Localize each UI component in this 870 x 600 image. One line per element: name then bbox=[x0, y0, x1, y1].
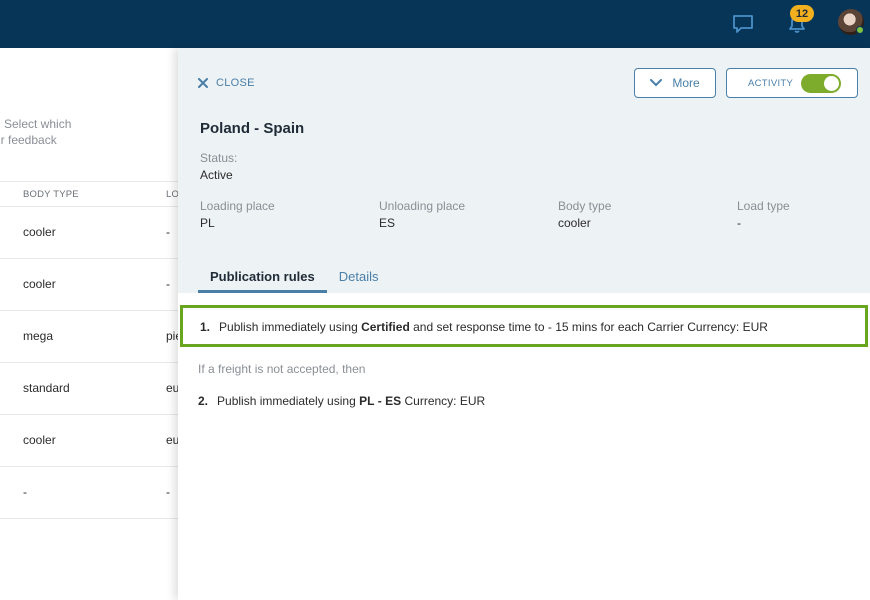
publication-rule-2: 2. Publish immediately using PL - ES Curr… bbox=[198, 394, 485, 408]
loading-place-label: Loading place bbox=[200, 199, 275, 213]
notification-count-badge: 12 bbox=[790, 5, 814, 22]
table-row[interactable]: cooler - bbox=[0, 259, 178, 311]
top-bar: 12 bbox=[0, 0, 870, 48]
more-button[interactable]: More bbox=[634, 68, 716, 98]
table-cell: - bbox=[23, 485, 27, 499]
chat-icon bbox=[733, 15, 753, 33]
table-header: BODY TYPE LO bbox=[0, 181, 179, 207]
rule-text: Publish immediately using bbox=[219, 320, 358, 334]
close-button[interactable]: CLOSE bbox=[198, 77, 255, 89]
details-panel: CLOSE More ACTIVITY Poland - Spain Statu… bbox=[178, 48, 870, 600]
table-cell: cooler bbox=[23, 225, 56, 239]
panel-header: CLOSE More ACTIVITY Poland - Spain Statu… bbox=[178, 48, 870, 293]
loading-place-value: PL bbox=[200, 216, 215, 230]
rule-to-country: ES bbox=[385, 394, 402, 408]
table-row[interactable]: standard eu bbox=[0, 363, 179, 415]
body-type-value: cooler bbox=[558, 216, 591, 230]
table-row[interactable]: cooler eu bbox=[0, 415, 179, 467]
table-cell: standard bbox=[23, 381, 70, 395]
fallback-text: If a freight is not accepted, then bbox=[198, 362, 366, 376]
load-type-value: - bbox=[737, 216, 741, 230]
chat-button[interactable] bbox=[729, 0, 757, 48]
table-cell: - bbox=[166, 485, 170, 499]
publication-rule-1: 1. Publish immediately using Certified an… bbox=[200, 320, 768, 334]
page-description-line-2: ir feedback bbox=[0, 133, 57, 147]
publication-rule-highlight: 1. Publish immediately using Certified an… bbox=[180, 305, 868, 347]
toggle-knob bbox=[824, 76, 839, 91]
load-type-label: Load type bbox=[737, 199, 790, 213]
rule-text: Currency: EUR bbox=[404, 394, 486, 408]
rule-number: 2. bbox=[198, 394, 209, 408]
table-cell: cooler bbox=[23, 277, 56, 291]
page-title: Poland - Spain bbox=[200, 120, 305, 137]
table-row[interactable]: mega pie bbox=[0, 311, 182, 363]
tab-details[interactable]: Details bbox=[327, 263, 391, 293]
close-label: CLOSE bbox=[216, 77, 255, 89]
rule-carrier-group: Certified bbox=[361, 320, 410, 334]
table-cell: cooler bbox=[23, 433, 56, 447]
table-row[interactable]: - - bbox=[0, 467, 178, 519]
table-cell: - bbox=[166, 225, 170, 239]
table-cell: - bbox=[166, 277, 170, 291]
rule-text: and set response time to - 15 mins for e… bbox=[413, 320, 768, 334]
activity-label: ACTIVITY bbox=[748, 77, 794, 89]
activity-toggle-switch[interactable] bbox=[801, 74, 841, 93]
rule-number: 1. bbox=[200, 320, 211, 334]
more-label: More bbox=[672, 76, 700, 90]
online-status-dot bbox=[856, 26, 864, 34]
page-description-line-1: Select which bbox=[4, 117, 72, 131]
background-page: Select which ir feedback BODY TYPE LO co… bbox=[0, 48, 182, 600]
status-label: Status: bbox=[200, 151, 238, 165]
tab-publication-rules[interactable]: Publication rules bbox=[198, 263, 327, 293]
column-header-body-type[interactable]: BODY TYPE bbox=[23, 189, 79, 200]
unloading-place-value: ES bbox=[379, 216, 396, 230]
rule-text: Publish immediately using bbox=[217, 394, 356, 408]
activity-toggle-button[interactable]: ACTIVITY bbox=[726, 68, 858, 98]
rule-from-country: PL bbox=[359, 394, 375, 408]
rule-separator: - bbox=[377, 394, 382, 408]
unloading-place-label: Unloading place bbox=[379, 199, 466, 213]
chevron-down-icon bbox=[650, 79, 663, 86]
status-value: Active bbox=[200, 168, 233, 182]
tab-bar: Publication rules Details bbox=[198, 263, 391, 293]
table-row[interactable]: cooler - bbox=[0, 207, 178, 259]
body-type-label: Body type bbox=[558, 199, 612, 213]
table-cell: mega bbox=[23, 329, 54, 343]
close-icon bbox=[198, 78, 208, 88]
